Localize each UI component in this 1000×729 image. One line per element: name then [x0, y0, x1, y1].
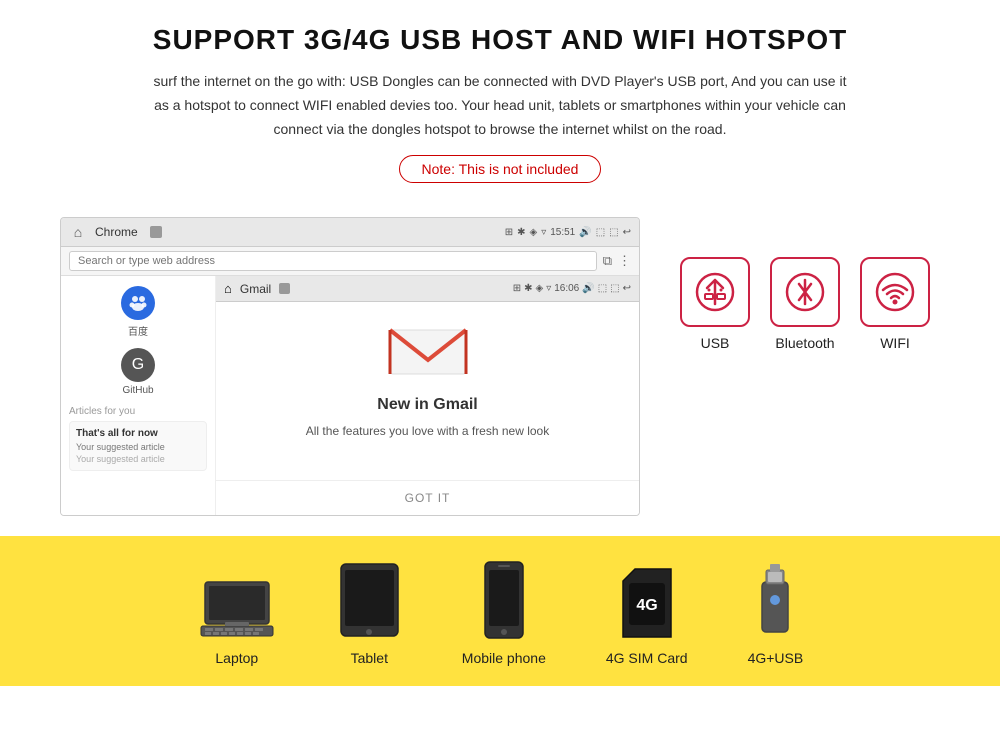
baidu-svg — [127, 292, 149, 314]
svg-text:4G: 4G — [636, 597, 657, 614]
phone-icon — [483, 560, 525, 640]
usb-dongle-icon — [754, 560, 796, 640]
tablet-icon — [337, 560, 402, 640]
usb-label: 4G+USB — [748, 650, 804, 666]
usb-label: USB — [701, 335, 730, 351]
icons-section: USB Bluetooth — [670, 217, 940, 351]
simcard-icon: 4G — [617, 565, 677, 640]
tablet-label: Tablet — [351, 650, 388, 666]
laptop-icon — [197, 578, 277, 640]
laptop-label: Laptop — [215, 650, 258, 666]
wifi-label: WIFI — [880, 335, 910, 351]
browser-mockup: ⌂ Chrome ⊞ ✱ ◈ ▿ 15:51 🔊 ⬚ ⬚ ↩ ⧉ ⋮ — [60, 217, 640, 516]
simcard-label: 4G SIM Card — [606, 650, 688, 666]
home-icon: ⌂ — [69, 223, 87, 241]
subtitle-text: surf the internet on the go with: USB Do… — [150, 70, 850, 141]
chrome-tab-label: Chrome — [95, 225, 138, 239]
suggestion-title: That's all for now — [76, 428, 200, 439]
articles-label: Articles for you — [69, 406, 207, 417]
address-input[interactable] — [69, 251, 597, 271]
bluetooth-label: Bluetooth — [775, 335, 834, 351]
chrome-status-icons: ⊞ ✱ ◈ ▿ 15:51 🔊 ⬚ ⬚ ↩ — [505, 227, 631, 238]
bottom-section: Laptop Tablet Mobile phone — [0, 536, 1000, 686]
note-badge: Note: This is not included — [399, 155, 602, 183]
suggestion-desc: Your suggested article — [76, 442, 200, 452]
gmail-content: New in Gmail All the features you love w… — [216, 302, 639, 480]
gmail-home-icon: ⌂ — [224, 281, 232, 296]
usb-item: USB — [680, 257, 750, 351]
address-icons: ⧉ ⋮ — [603, 253, 631, 269]
content-row: ⌂ Chrome ⊞ ✱ ◈ ▿ 15:51 🔊 ⬚ ⬚ ↩ ⧉ ⋮ — [0, 217, 1000, 536]
gmail-tab-label: Gmail — [240, 282, 271, 296]
phone-label: Mobile phone — [462, 650, 546, 666]
gmail-bar: ⌂ Gmail ⊞ ✱ ◈ ▿ 16:06 🔊 ⬚ ⬚ ↩ — [216, 276, 639, 302]
wifi-icon — [875, 272, 915, 312]
device-tablet: Tablet — [337, 560, 402, 666]
gmail-desc: All the features you love with a fresh n… — [236, 422, 619, 440]
page-title: SUPPORT 3G/4G USB HOST AND WIFI HOTSPOT — [60, 24, 940, 56]
gmail-logo-svg — [388, 322, 468, 382]
usb-icon — [695, 272, 735, 312]
github-circle: G — [121, 348, 155, 382]
gmail-time: 16:06 — [554, 283, 579, 294]
gmail-panel: ⌂ Gmail ⊞ ✱ ◈ ▿ 16:06 🔊 ⬚ ⬚ ↩ — [216, 276, 639, 515]
gmail-tab-close — [279, 283, 290, 294]
chrome-time: 15:51 — [550, 227, 575, 238]
baidu-circle — [121, 286, 155, 320]
browser-left-panel: 百度 G GitHub Articles for you That's all … — [61, 276, 216, 515]
device-laptop: Laptop — [197, 578, 277, 666]
chrome-tab-close — [150, 226, 162, 238]
bluetooth-icon-box — [770, 257, 840, 327]
connectivity-icons: USB Bluetooth — [680, 257, 930, 351]
browser-content: 百度 G GitHub Articles for you That's all … — [61, 276, 639, 515]
suggestion-card: That's all for now Your suggested articl… — [69, 421, 207, 471]
usb-icon-box — [680, 257, 750, 327]
gmail-status-icons: ⊞ ✱ ◈ ▿ 16:06 🔊 ⬚ ⬚ ↩ — [513, 283, 631, 294]
device-simcard: 4G 4G SIM Card — [606, 565, 688, 666]
baidu-label: 百度 — [128, 323, 148, 338]
bluetooth-icon — [785, 272, 825, 312]
device-phone: Mobile phone — [462, 560, 546, 666]
gmail-got-it[interactable]: GOT IT — [216, 480, 639, 515]
wifi-item: WIFI — [860, 257, 930, 351]
bluetooth-item: Bluetooth — [770, 257, 840, 351]
github-label: GitHub — [122, 385, 153, 396]
baidu-icon-item: 百度 — [69, 286, 207, 338]
gmail-new-title: New in Gmail — [236, 396, 619, 414]
device-usb: 4G+USB — [748, 560, 804, 666]
github-icon-item: G GitHub — [69, 348, 207, 396]
header-section: SUPPORT 3G/4G USB HOST AND WIFI HOTSPOT … — [0, 0, 1000, 217]
wifi-icon-box — [860, 257, 930, 327]
chrome-address-bar: ⧉ ⋮ — [61, 247, 639, 276]
chrome-bar: ⌂ Chrome ⊞ ✱ ◈ ▿ 15:51 🔊 ⬚ ⬚ ↩ — [61, 218, 639, 247]
